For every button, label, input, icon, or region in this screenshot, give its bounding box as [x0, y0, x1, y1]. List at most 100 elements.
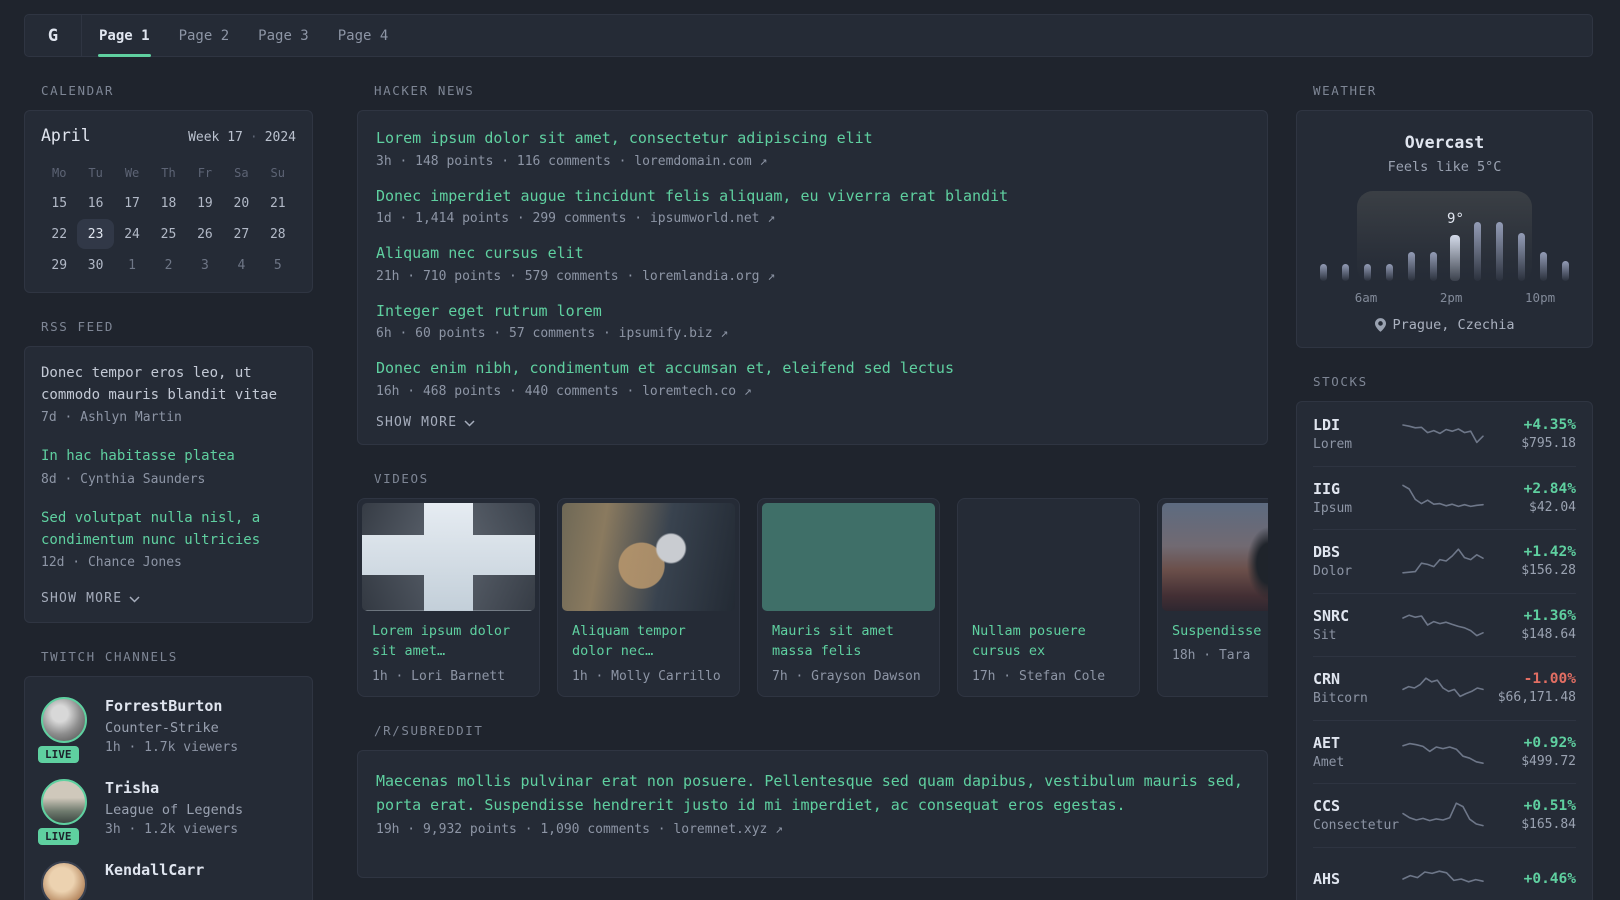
calendar-year: 2024: [264, 130, 296, 145]
hackernews-show-more-button[interactable]: SHOW MORE: [376, 415, 1249, 436]
stock-price: $66,171.48: [1497, 690, 1576, 706]
right-column: WEATHER Overcast Feels like 5°C 9° 6am 2p…: [1296, 57, 1593, 900]
twitch-avatar-wrap: LIVE: [38, 697, 89, 764]
twitch-avatar-wrap: [41, 861, 89, 900]
video-title[interactable]: Mauris sit amet massa felis: [772, 621, 925, 663]
hackernews-domain-link[interactable]: loremdomain.com ↗: [634, 154, 767, 169]
stock-sparkline: [1401, 870, 1484, 883]
stock-sparkline-wrap: [1400, 481, 1486, 515]
video-card[interactable]: Mauris sit amet massa felis 7h · Grayson …: [757, 497, 940, 698]
calendar-day: 25: [160, 226, 177, 242]
twitch-section-label: TWITCH CHANNELS: [41, 649, 178, 665]
video-card[interactable]: Lorem ipsum dolor sit amet consectetu… 1h…: [357, 497, 540, 698]
weather-time-label: [1398, 283, 1419, 305]
tab-page-3[interactable]: Page 3: [257, 15, 310, 56]
chevron-down-icon: [129, 596, 140, 603]
weather-bar-slot: [1335, 219, 1357, 281]
subreddit-post-title-link[interactable]: Maecenas mollis pulvinar erat non posuer…: [376, 769, 1249, 817]
weather-bar-slot: [1554, 219, 1576, 281]
video-thumbnail[interactable]: [1162, 502, 1268, 611]
stock-price: $156.28: [1521, 563, 1576, 579]
twitch-channel-category[interactable]: League of Legends: [105, 802, 243, 818]
twitch-channel-info: ForrestBurton Counter-Strike 1h · 1.7k vie…: [105, 697, 238, 755]
weather-bar: [1364, 264, 1372, 281]
stock-values: +1.36% $148.64: [1486, 608, 1576, 642]
calendar-week-number: Week 17: [188, 130, 243, 145]
video-card[interactable]: Suspendisse diam 18h · Tara: [1157, 497, 1268, 698]
calendar-day: 19: [197, 195, 213, 211]
video-thumbnail[interactable]: [562, 502, 735, 611]
stock-company: Amet: [1313, 754, 1345, 770]
weather-time-label: [1334, 283, 1355, 305]
rss-item-title-link[interactable]: In hac habitasse platea: [41, 446, 296, 468]
weather-bars: 9°: [1313, 211, 1576, 281]
subreddit-domain-link[interactable]: loremnet.xyz ↗: [673, 822, 783, 837]
video-thumbnail[interactable]: [362, 502, 535, 611]
stock-sparkline-wrap: [1400, 862, 1486, 896]
weather-location: Prague, Czechia: [1313, 317, 1576, 333]
video-title[interactable]: Suspendisse diam: [1172, 621, 1268, 642]
video-thumbnail[interactable]: [762, 502, 935, 611]
video-card[interactable]: Aliquam tempor dolor nec pharetra… 1h · M…: [557, 497, 740, 698]
video-meta: 1h · Lori Barnett: [372, 669, 506, 685]
twitch-channel-name[interactable]: Trisha: [105, 779, 243, 797]
avatar[interactable]: [41, 861, 87, 900]
weather-condition: Overcast: [1404, 133, 1485, 152]
nav-tabs: Page 1 Page 2 Page 3 Page 4: [82, 15, 390, 57]
rss-item-meta: 8d · Cynthia Saunders: [41, 472, 206, 488]
hackernews-title-link[interactable]: Aliquam nec cursus elit: [376, 242, 1249, 265]
stock-ticker: SNRC: [1313, 606, 1350, 625]
weather-hourly-chart: 9° 6am 2pm 10pm: [1313, 191, 1576, 305]
hackernews-title-link[interactable]: Donec enim nibh, condimentum et accumsan…: [376, 357, 1249, 380]
tab-page-2[interactable]: Page 2: [178, 15, 231, 56]
weather-bar-slot: [1357, 219, 1379, 281]
stock-values: +2.84% $42.04: [1486, 481, 1576, 515]
live-badge: LIVE: [38, 746, 79, 764]
stock-change: +1.42%: [1523, 544, 1576, 561]
hackernews-item: Lorem ipsum dolor sit amet, consectetur …: [376, 127, 1249, 169]
map-pin-icon: [1374, 318, 1386, 332]
tab-page-4[interactable]: Page 4: [337, 15, 390, 56]
stock-sparkline-wrap: [1400, 798, 1486, 832]
hackernews-domain-link[interactable]: loremtech.co ↗: [642, 384, 752, 399]
stock-change: +0.51%: [1523, 798, 1576, 815]
rss-show-more-button[interactable]: SHOW MORE: [41, 591, 296, 612]
hackernews-domain-link[interactable]: ipsumworld.net ↗: [650, 211, 775, 226]
subreddit-section-label: /R/SUBREDDIT: [374, 723, 484, 739]
weather-feels-like: Feels like 5°C: [1387, 159, 1502, 175]
stock-price: $499.72: [1521, 753, 1576, 769]
video-title[interactable]: Lorem ipsum dolor sit amet consectetu…: [372, 621, 525, 663]
tab-page-1[interactable]: Page 1: [98, 15, 151, 57]
video-title[interactable]: Aliquam tempor dolor nec pharetra…: [572, 621, 725, 663]
weather-bar: [1561, 261, 1569, 281]
stock-row: AET Amet +0.92% $499.72: [1313, 719, 1576, 784]
stock-sparkline: [1401, 742, 1484, 764]
stock-company: Ipsum: [1313, 500, 1353, 516]
twitch-channel-category[interactable]: Counter-Strike: [105, 720, 238, 736]
hackernews-domain-link[interactable]: loremlandia.org ↗: [642, 269, 775, 284]
stock-values: +0.92% $499.72: [1486, 735, 1576, 769]
rss-item-title-link[interactable]: Sed volutpat nulla nisl, a condimentum n…: [41, 508, 296, 551]
calendar-day: 17: [124, 195, 140, 211]
stock-sparkline: [1401, 548, 1484, 574]
hackernews-domain-link[interactable]: ipsumify.biz ↗: [619, 326, 729, 341]
stock-change: +0.92%: [1523, 734, 1576, 751]
subreddit-post: Maecenas mollis pulvinar erat non posuer…: [376, 769, 1249, 837]
rss-section-label: RSS FEED: [41, 319, 115, 334]
hackernews-title-link[interactable]: Donec imperdiet augue tincidunt felis al…: [376, 185, 1249, 208]
video-thumbnail[interactable]: [962, 503, 1135, 611]
page-columns: CALENDAR April Week 17 · 2024 Mo Tu We Th Fr…: [0, 57, 1620, 900]
rss-item-title-link[interactable]: Donec tempor eros leo, ut commodo mauris…: [41, 363, 296, 406]
twitch-channel-name[interactable]: KendallCarr: [105, 861, 204, 879]
stock-row: IIG Ipsum +2.84% $42.04: [1313, 465, 1576, 530]
hackernews-title-link[interactable]: Integer eget rutrum lorem: [376, 300, 1249, 323]
twitch-channel-meta: 1h · 1.7k viewers: [105, 740, 239, 756]
twitch-channel-name[interactable]: ForrestBurton: [105, 697, 238, 715]
avatar[interactable]: [41, 697, 87, 744]
twitch-channel-row: LIVE ForrestBurton Counter-Strike 1h · 1.7k…: [38, 697, 296, 764]
video-card[interactable]: Nullam posuere cursus ex 17h · Stefan Col…: [957, 497, 1140, 698]
hackernews-widget: Lorem ipsum dolor sit amet, consectetur …: [357, 110, 1268, 445]
hackernews-title-link[interactable]: Lorem ipsum dolor sit amet, consectetur …: [376, 127, 1249, 150]
video-title[interactable]: Nullam posuere cursus ex: [972, 621, 1125, 663]
avatar[interactable]: [41, 779, 87, 826]
